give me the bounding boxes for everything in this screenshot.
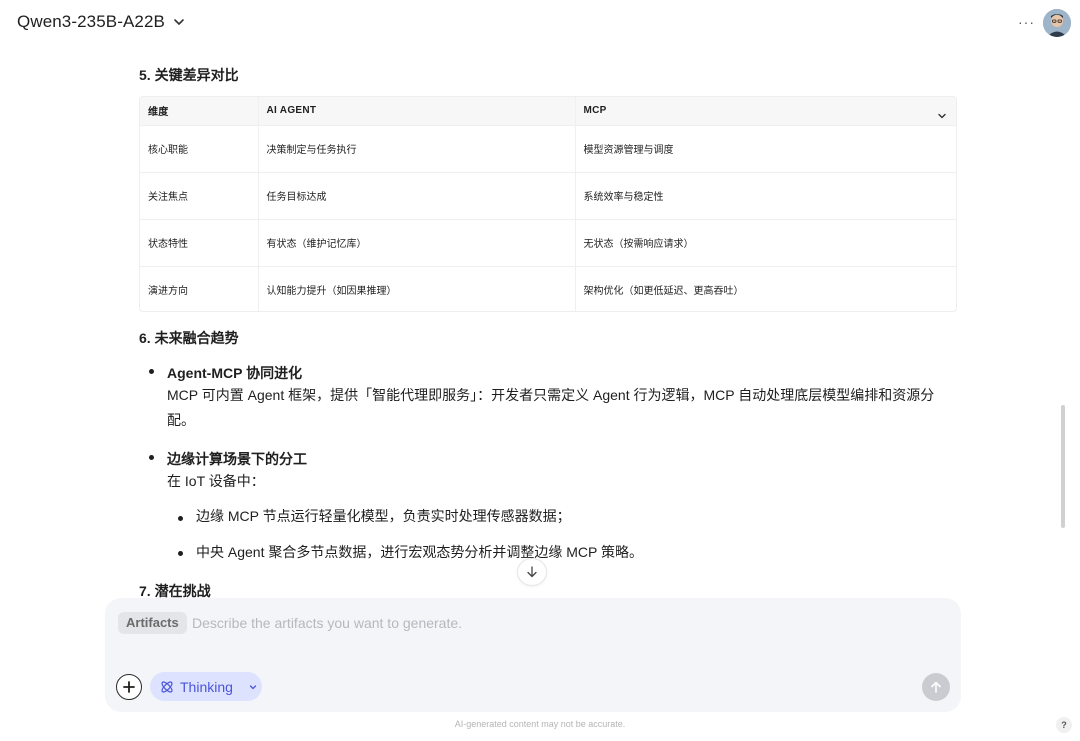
- list-item-title: Agent-MCP 协同进化: [167, 365, 303, 381]
- table-cell: 演进方向: [140, 265, 258, 311]
- table-cell: 系统效率与稳定性: [574, 171, 956, 219]
- help-button[interactable]: ?: [1056, 717, 1072, 733]
- scrollbar-thumb[interactable]: [1061, 405, 1065, 528]
- chevron-down-icon: [174, 19, 184, 25]
- section-title-5: 5. 关键差异对比: [139, 67, 239, 83]
- table-row: 状态特性 有状态（维护记忆库） 无状态（按需响应请求）: [140, 218, 956, 266]
- arrow-down-icon: [527, 566, 537, 578]
- bullet-dot: [149, 369, 154, 374]
- bullet-dot: [178, 551, 183, 556]
- chevron-down-icon[interactable]: [248, 682, 258, 692]
- thinking-label: Thinking: [180, 678, 233, 695]
- prompt-input[interactable]: [192, 612, 932, 634]
- table-header-cell: AI AGENT: [257, 97, 575, 125]
- table-cell: 状态特性: [140, 218, 258, 266]
- table-cell: 核心职能: [140, 124, 258, 172]
- table-cell: 决策制定与任务执行: [257, 124, 575, 172]
- model-name: Qwen3-235B-A22B: [17, 12, 165, 31]
- bullet-dot: [149, 455, 154, 460]
- table-cell: 任务目标达成: [257, 171, 575, 219]
- sub-list-item: 边缘 MCP 节点运行轻量化模型，负责实时处理传感器数据；: [196, 508, 571, 524]
- chevron-down-icon[interactable]: [937, 111, 947, 121]
- chat-content: 5. 关键差异对比 维度 AI AGENT MCP 核心职能 决策制定与任务执行…: [0, 46, 1080, 598]
- table-row: 演进方向 认知能力提升（如因果推理） 架构优化（如更低延迟、更高吞吐）: [140, 265, 956, 311]
- ai-disclaimer: AI-generated content may not be accurate…: [454, 719, 626, 729]
- add-attachment-button[interactable]: [116, 674, 142, 700]
- section-title-7: 7. 潜在挑战: [139, 583, 211, 598]
- table-row: 关注焦点 任务目标达成 系统效率与稳定性: [140, 171, 956, 219]
- table-cell: 有状态（维护记忆库）: [257, 218, 575, 266]
- bullet-dot: [178, 516, 183, 521]
- list-item-text: 在 IoT 设备中：: [167, 473, 265, 489]
- table-cell: 架构优化（如更低延迟、更高吞吐）: [574, 265, 956, 311]
- scroll-to-bottom-button[interactable]: [517, 558, 547, 586]
- table-header-cell: 维度: [148, 107, 169, 119]
- section-title-6: 6. 未来融合趋势: [139, 330, 239, 346]
- top-bar: Qwen3-235B-A22B ···: [0, 0, 1080, 46]
- arrow-up-icon: [931, 681, 941, 693]
- table-header-row: 维度 AI AGENT MCP: [140, 97, 956, 125]
- list-item-title: 边缘计算场景下的分工: [167, 451, 307, 467]
- user-avatar[interactable]: [1043, 9, 1071, 37]
- table-cell: 关注焦点: [140, 171, 258, 219]
- model-selector[interactable]: Qwen3-235B-A22B: [17, 12, 185, 32]
- table-cell: 无状态（按需响应请求）: [574, 218, 956, 266]
- list-item-text: MCP 可内置 Agent 框架，提供「智能代理即服务」：开发者只需定义 Age…: [167, 387, 935, 428]
- plus-icon: [123, 681, 135, 693]
- table-row: 核心职能 决策制定与任务执行 模型资源管理与调度: [140, 124, 956, 172]
- message-composer: Artifacts Thinking: [105, 598, 961, 712]
- table-cell: 认知能力提升（如因果推理）: [257, 265, 575, 311]
- sub-list-item: 中央 Agent 聚合多节点数据，进行宏观态势分析并调整边缘 MCP 策略。: [196, 544, 644, 560]
- artifacts-tag[interactable]: Artifacts: [118, 612, 187, 634]
- table-cell: 模型资源管理与调度: [574, 124, 956, 172]
- comparison-table: 维度 AI AGENT MCP 核心职能 决策制定与任务执行 模型资源管理与调度…: [139, 96, 957, 312]
- avatar-image: [1043, 9, 1071, 37]
- atom-icon: [161, 680, 173, 693]
- more-options-button[interactable]: ···: [1018, 14, 1035, 30]
- send-button[interactable]: [922, 673, 950, 701]
- thinking-mode-toggle[interactable]: Thinking: [150, 672, 262, 701]
- table-header-cell: MCP: [574, 97, 956, 125]
